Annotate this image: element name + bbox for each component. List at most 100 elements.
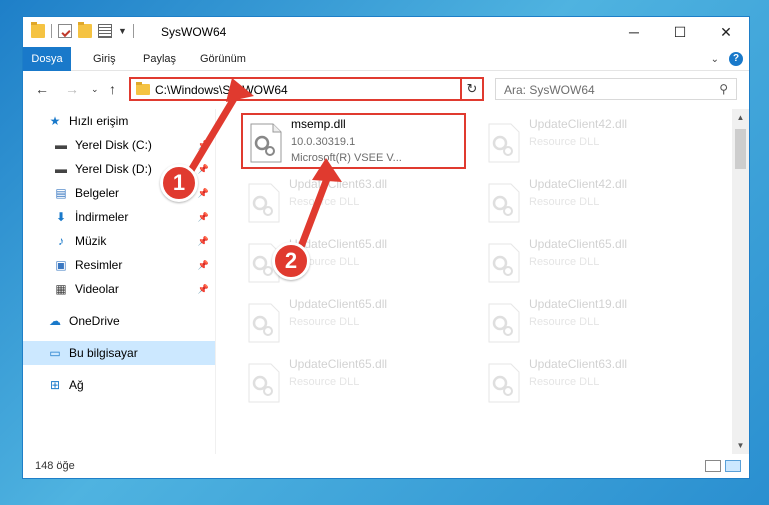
dll-file-icon: [488, 123, 520, 163]
file-tile[interactable]: UpdateClient63.dll Resource DLL: [481, 355, 706, 411]
nav-item-label: Ağ: [69, 378, 84, 392]
pin-icon[interactable]: 📌: [198, 140, 209, 151]
nav-item-label: OneDrive: [69, 314, 120, 328]
forward-arrow-icon[interactable]: →: [65, 81, 79, 97]
file-name: UpdateClient19.dll: [529, 297, 628, 311]
file-description: Resource DLL: [289, 316, 360, 328]
dll-file-icon: [488, 243, 520, 283]
dll-file-icon: [250, 123, 282, 163]
back-arrow-icon[interactable]: ←: [35, 81, 49, 97]
details-view-icon[interactable]: [705, 460, 721, 472]
nav-item-label: Videolar: [75, 282, 119, 296]
search-input[interactable]: Ara: SysWOW64 ⚲: [495, 78, 737, 100]
file-tile[interactable]: UpdateClient19.dll Resource DLL: [481, 295, 706, 351]
nav-item-onedrive[interactable]: ☁ OneDrive: [23, 309, 215, 333]
nav-item-downloads[interactable]: ⬇ İndirmeler 📌: [23, 205, 215, 229]
tab-home[interactable]: Giriş: [93, 47, 116, 71]
nav-item-pictures[interactable]: ▣ Resimler 📌: [23, 253, 215, 277]
pin-icon[interactable]: 📌: [198, 212, 209, 223]
help-icon[interactable]: ?: [729, 52, 743, 66]
scroll-thumb[interactable]: [735, 129, 746, 169]
toolbar-separator: [132, 24, 134, 38]
tiles-view-icon[interactable]: [725, 460, 741, 472]
drive-icon: ▬: [55, 138, 67, 152]
file-tile[interactable]: UpdateClient63.dll Resource DLL: [241, 175, 466, 231]
refresh-icon: ↻: [466, 81, 478, 96]
nav-item-quick-access[interactable]: ★ Hızlı erişim: [23, 109, 215, 133]
callout-badge-2: 2: [272, 242, 310, 280]
nav-item-network[interactable]: ⊞ Ağ: [23, 373, 215, 397]
nav-item-label: Yerel Disk (D:): [75, 162, 152, 176]
file-tile[interactable]: UpdateClient65.dll Resource DLL: [241, 295, 466, 351]
pictures-icon: ▣: [55, 258, 67, 272]
file-description: Resource DLL: [529, 136, 600, 148]
vertical-scrollbar[interactable]: ▲ ▼: [732, 109, 749, 454]
file-description: Resource DLL: [529, 316, 600, 328]
recent-locations-chevron-icon[interactable]: ⌄: [91, 84, 99, 95]
quick-access-toolbar: ▼: [31, 22, 134, 38]
tab-share[interactable]: Paylaş: [143, 47, 176, 71]
file-version: 10.0.30319.1: [291, 136, 356, 148]
customize-toolbar-arrow-icon[interactable]: ▼: [118, 26, 127, 36]
close-button[interactable]: ✕: [703, 17, 749, 47]
nav-item-music[interactable]: ♪ Müzik 📌: [23, 229, 215, 253]
pane-divider: [215, 109, 216, 454]
view-toggle: [705, 460, 741, 472]
address-path[interactable]: C:\Windows\SysWOW64: [155, 83, 288, 97]
star-icon: ★: [49, 114, 61, 128]
window-controls: ─ ☐ ✕: [611, 17, 749, 47]
maximize-button[interactable]: ☐: [657, 17, 703, 47]
dll-file-icon: [248, 363, 280, 403]
nav-item-local-disk-c[interactable]: ▬ Yerel Disk (C:) 📌: [23, 133, 215, 157]
item-count: 148 öğe: [35, 460, 75, 472]
pin-icon[interactable]: 📌: [198, 284, 209, 295]
refresh-button[interactable]: ↻: [460, 77, 484, 101]
file-name: UpdateClient42.dll: [529, 177, 628, 191]
title-bar: ▼ SysWOW64 ─ ☐ ✕: [23, 17, 749, 47]
pin-icon[interactable]: 📌: [198, 164, 209, 175]
file-description: Microsoft(R) VSEE V...: [291, 152, 402, 164]
navigation-pane: ★ Hızlı erişim ▬ Yerel Disk (C:) 📌 ▬ Yer…: [23, 109, 215, 454]
minimize-button[interactable]: ─: [611, 17, 657, 47]
file-description: Resource DLL: [289, 376, 360, 388]
file-name: UpdateClient63.dll: [529, 357, 628, 371]
ribbon-tabs: Dosya Giriş Paylaş Görünüm ⌄ ?: [23, 47, 749, 71]
nav-item-videos[interactable]: ▦ Videolar 📌: [23, 277, 215, 301]
scroll-up-arrow-icon[interactable]: ▲: [732, 109, 749, 126]
tab-view[interactable]: Görünüm: [200, 47, 246, 71]
dll-file-icon: [488, 363, 520, 403]
file-tile-msemp[interactable]: msemp.dll 10.0.30319.1 Microsoft(R) VSEE…: [241, 113, 466, 169]
file-name: msemp.dll: [291, 117, 346, 131]
expand-ribbon-chevron-icon[interactable]: ⌄: [711, 54, 719, 65]
file-name: UpdateClient63.dll: [289, 177, 388, 191]
drive-icon: ▬: [55, 162, 67, 176]
file-tile[interactable]: UpdateClient65.dll Resource DLL: [241, 355, 466, 411]
file-tile[interactable]: UpdateClient42.dll Resource DLL: [481, 175, 706, 231]
search-placeholder: Ara: SysWOW64: [504, 83, 595, 97]
pin-icon[interactable]: 📌: [198, 188, 209, 199]
dll-file-icon: [248, 183, 280, 223]
computer-icon: ▭: [49, 346, 61, 360]
nav-item-label: Resimler: [75, 258, 123, 272]
properties-icon[interactable]: [58, 24, 72, 38]
download-icon: ⬇: [55, 210, 67, 224]
pin-icon[interactable]: 📌: [198, 260, 209, 271]
nav-item-this-pc[interactable]: ▭ Bu bilgisayar: [23, 341, 215, 365]
nav-item-label: İndirmeler: [75, 210, 129, 224]
window-title: SysWOW64: [161, 25, 227, 39]
scroll-down-arrow-icon[interactable]: ▼: [732, 437, 749, 454]
address-bar[interactable]: C:\Windows\SysWOW64 ⌄: [129, 77, 482, 101]
music-icon: ♪: [58, 234, 64, 248]
view-icon[interactable]: [98, 24, 112, 38]
file-tile[interactable]: UpdateClient65.dll Resource DLL: [481, 235, 706, 291]
cloud-icon: ☁: [49, 314, 61, 328]
new-folder-icon[interactable]: [78, 22, 92, 38]
callout-badge-1: 1: [160, 164, 198, 202]
toolbar-separator: [51, 24, 52, 38]
file-tile[interactable]: UpdateClient42.dll Resource DLL: [481, 115, 706, 171]
tab-file[interactable]: Dosya: [23, 47, 71, 71]
file-description: Resource DLL: [529, 256, 600, 268]
up-arrow-icon[interactable]: ↑: [109, 81, 116, 97]
pin-icon[interactable]: 📌: [198, 236, 209, 247]
nav-item-label: Müzik: [75, 234, 107, 248]
